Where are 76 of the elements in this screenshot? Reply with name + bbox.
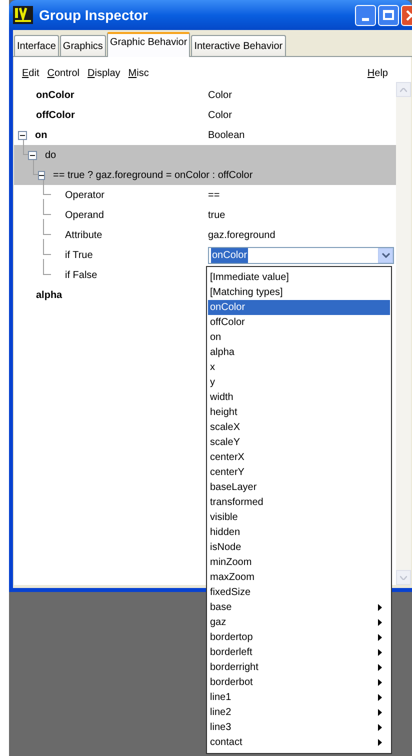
menu-item[interactable]: Control: [47, 66, 80, 80]
dropdown-option[interactable]: width: [208, 390, 390, 405]
property-name: onColor: [36, 88, 74, 102]
property-name: offColor: [36, 108, 75, 122]
property-value: true: [208, 208, 226, 222]
property-name: alpha: [36, 288, 62, 302]
tree-row-highlight[interactable]: [14, 165, 396, 185]
submenu-arrow-icon: [378, 709, 382, 716]
dropdown-option[interactable]: x: [208, 360, 390, 375]
property-value: Boolean: [208, 128, 245, 142]
dropdown-option[interactable]: borderbot: [208, 675, 390, 690]
dropdown-option[interactable]: y: [208, 375, 390, 390]
dropdown-option[interactable]: contact: [208, 735, 390, 750]
tab[interactable]: Interface: [14, 35, 59, 56]
submenu-arrow-icon: [378, 694, 382, 701]
dropdown-option[interactable]: borderright: [208, 660, 390, 675]
dropdown-option[interactable]: borderleft: [208, 645, 390, 660]
dropdown-option[interactable]: minZoom: [208, 555, 390, 570]
property-name: if True: [65, 248, 93, 262]
property-name: == true ? gaz.foreground = onColor : offColor: [53, 168, 253, 182]
dropdown-option[interactable]: gaz: [208, 615, 390, 630]
tab[interactable]: Graphics: [60, 35, 106, 56]
property-name: Attribute: [65, 228, 102, 242]
dropdown-option[interactable]: scaleY: [208, 435, 390, 450]
dropdown-option[interactable]: base: [208, 600, 390, 615]
submenu-arrow-icon: [378, 634, 382, 641]
dropdown-option[interactable]: centerX: [208, 450, 390, 465]
dropdown-option[interactable]: on: [208, 330, 390, 345]
property-name: Operator: [65, 188, 104, 202]
dropdown-option[interactable]: hidden: [208, 525, 390, 540]
dropdown-option[interactable]: baseLayer: [208, 480, 390, 495]
chevron-down-icon[interactable]: [378, 248, 393, 262]
app-logo-icon: [13, 6, 33, 24]
property-name: if False: [65, 268, 98, 282]
property-name: on: [35, 128, 48, 142]
dropdown-option[interactable]: centerY: [208, 465, 390, 480]
window-title: Group Inspector: [39, 6, 148, 25]
dropdown-option[interactable]: [Immediate value]: [208, 270, 390, 285]
submenu-arrow-icon: [378, 679, 382, 686]
dropdown-option[interactable]: line1: [208, 690, 390, 705]
submenu-arrow-icon: [378, 724, 382, 731]
menu-item[interactable]: Misc: [128, 66, 149, 80]
submenu-arrow-icon: [378, 664, 382, 671]
dropdown-option[interactable]: line3: [208, 720, 390, 735]
submenu-arrow-icon: [378, 604, 382, 611]
dropdown-option[interactable]: scaleX: [208, 420, 390, 435]
dropdown-option[interactable]: alpha: [208, 345, 390, 360]
dropdown-option[interactable]: [Matching types]: [208, 285, 390, 300]
dropdown-option[interactable]: transformed: [208, 495, 390, 510]
submenu-arrow-icon: [378, 619, 382, 626]
submenu-arrow-icon: [378, 649, 382, 656]
dropdown-option[interactable]: height: [208, 405, 390, 420]
property-value: Color: [208, 88, 232, 102]
dropdown-option[interactable]: line2: [208, 705, 390, 720]
minimize-button[interactable]: [355, 4, 376, 26]
collapse-icon[interactable]: [18, 130, 27, 140]
menu-item[interactable]: Edit: [22, 66, 40, 80]
property-value: gaz.foreground: [208, 228, 276, 242]
maximize-button[interactable]: [378, 4, 399, 26]
dropdown-option[interactable]: bordertop: [208, 630, 390, 645]
property-name: Operand: [65, 208, 104, 222]
menu-item[interactable]: Display: [87, 66, 120, 80]
dropdown-option[interactable]: onColor: [208, 300, 390, 315]
submenu-arrow-icon: [378, 739, 382, 746]
tab[interactable]: Interactive Behavior: [191, 35, 286, 56]
dropdown-option[interactable]: isNode: [208, 540, 390, 555]
property-name: do: [45, 148, 56, 162]
dropdown-option[interactable]: offColor: [208, 315, 390, 330]
property-value: Color: [208, 108, 232, 122]
help-menu[interactable]: Help: [367, 66, 388, 80]
dropdown-option[interactable]: visible: [208, 510, 390, 525]
dropdown-option[interactable]: maxZoom: [208, 570, 390, 585]
tab[interactable]: Graphic Behavior: [106, 32, 190, 57]
combo-box[interactable]: onColor: [208, 246, 394, 264]
dropdown-option[interactable]: fixedSize: [208, 585, 390, 600]
property-value: ==: [208, 188, 220, 202]
